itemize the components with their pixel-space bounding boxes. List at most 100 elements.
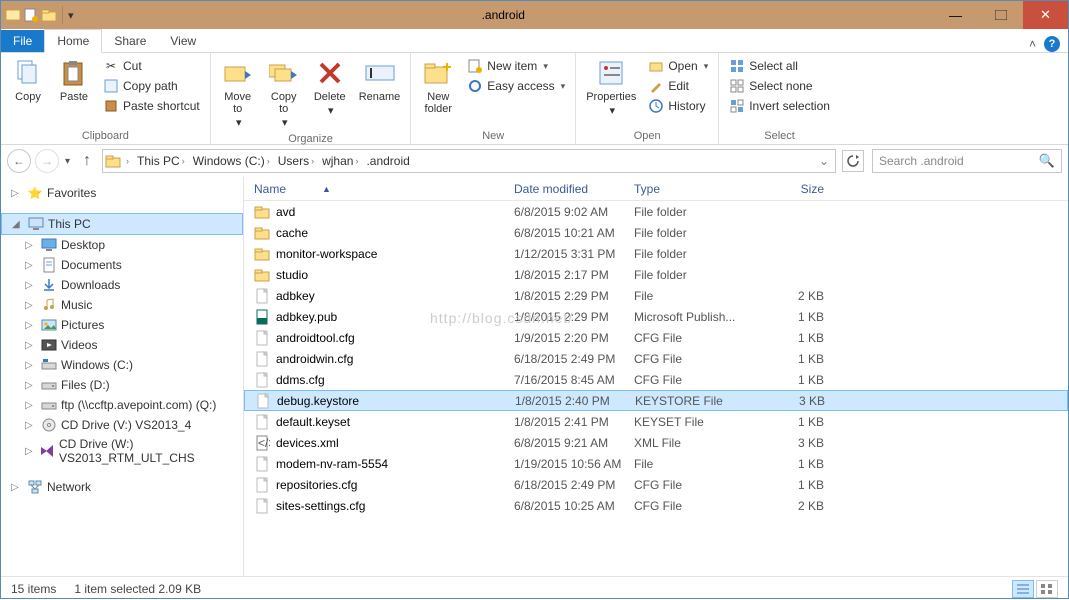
properties-button[interactable]: Properties▾ [582,55,640,119]
column-headers[interactable]: Name▲ Date modified Type Size [244,177,1068,201]
column-size[interactable]: Size [764,182,824,196]
file-row[interactable]: sites-settings.cfg6/8/2015 10:25 AMCFG F… [244,495,1068,516]
close-button[interactable]: ✕ [1023,1,1068,29]
minimize-button[interactable]: — [933,1,978,29]
nav-item[interactable]: ▷CD Drive (W:) VS2013_RTM_ULT_CHS [1,435,243,467]
paste-button[interactable]: Paste [53,55,95,105]
nav-item[interactable]: ▷Documents [1,255,243,275]
tab-view[interactable]: View [158,30,208,52]
file-row[interactable]: monitor-workspace1/12/2015 3:31 PMFile f… [244,243,1068,264]
file-row[interactable]: </>devices.xml6/8/2015 9:21 AMXML File3 … [244,432,1068,453]
history-button[interactable]: History [644,97,712,115]
nav-network[interactable]: ▷Network [1,477,243,497]
refresh-button[interactable] [842,150,864,172]
select-all-button[interactable]: Select all [725,57,834,75]
copy-path-button[interactable]: Copy path [99,77,204,95]
select-none-button[interactable]: Select none [725,77,834,95]
file-row[interactable]: avd6/8/2015 9:02 AMFile folder [244,201,1068,222]
edit-button[interactable]: Edit [644,77,712,95]
nav-item[interactable]: ▷Videos [1,335,243,355]
file-row[interactable]: debug.keystore1/8/2015 2:40 PMKEYSTORE F… [244,390,1068,411]
rename-icon [364,57,396,89]
ribbon-group-new: New folder New item▾ Easy access▾ New [411,53,576,144]
copy-button[interactable]: Copy [7,55,49,105]
address-bar[interactable]: › This PC› Windows (C:)› Users› wjhan› .… [102,149,836,173]
file-row[interactable]: adbkey.pub1/8/2015 2:29 PMMicrosoft Publ… [244,306,1068,327]
title-bar: ▾ .android — ✕ [1,1,1068,29]
ribbon-group-label: Organize [217,131,405,147]
paste-shortcut-button[interactable]: Paste shortcut [99,97,204,115]
file-row[interactable]: adbkey1/8/2015 2:29 PMFile2 KB [244,285,1068,306]
nav-item[interactable]: ▷Windows (C:) [1,355,243,375]
tab-file[interactable]: File [1,30,44,52]
file-row[interactable]: androidtool.cfg1/9/2015 2:20 PMCFG File1… [244,327,1068,348]
copy-to-button[interactable]: Copy to▾ [263,55,305,131]
nav-item[interactable]: ▷Music [1,295,243,315]
nav-item[interactable]: ▷Desktop [1,235,243,255]
move-to-button[interactable]: Move to▾ [217,55,259,131]
ribbon-group-clipboard: Copy Paste ✂Cut Copy path Paste shortcut… [1,53,211,144]
file-row[interactable]: default.keyset1/8/2015 2:41 PMKEYSET Fil… [244,411,1068,432]
open-button[interactable]: Open▾ [644,57,712,75]
nav-item[interactable]: ▷CD Drive (V:) VS2013_4 [1,415,243,435]
column-type[interactable]: Type [634,182,764,196]
network-icon [27,479,43,495]
file-row[interactable]: cache6/8/2015 10:21 AMFile folder [244,222,1068,243]
nav-item[interactable]: ▷Files (D:) [1,375,243,395]
breadcrumb[interactable]: Users› [275,154,317,168]
qat-new-icon[interactable] [23,7,39,23]
maximize-button[interactable] [978,1,1023,29]
tab-share[interactable]: Share [102,30,158,52]
up-button[interactable]: ↑ [76,150,98,172]
breadcrumb[interactable]: .android [363,154,412,168]
drive-icon [41,317,57,333]
file-row[interactable]: androidwin.cfg6/18/2015 2:49 PMCFG File1… [244,348,1068,369]
help-icon[interactable]: ? [1044,36,1060,52]
navigation-pane[interactable]: ▷⭐Favorites ◢This PC ▷Desktop▷Documents▷… [1,177,244,576]
window-title: .android [74,8,933,22]
new-item-icon [467,58,483,74]
history-dropdown[interactable]: ▾ [63,156,72,167]
file-icon [254,372,270,388]
qat-open-icon[interactable] [41,7,57,23]
breadcrumb[interactable]: wjhan› [319,154,361,168]
nav-item[interactable]: ▷Downloads [1,275,243,295]
file-row[interactable]: studio1/8/2015 2:17 PMFile folder [244,264,1068,285]
file-icon [254,351,270,367]
folder-icon [254,225,270,241]
search-input[interactable]: Search .android 🔍 [872,149,1062,173]
drive-icon [41,377,57,393]
new-folder-button[interactable]: New folder [417,55,459,117]
folder-icon [105,153,121,169]
tab-home[interactable]: Home [44,29,102,53]
ribbon-group-label: New [417,128,569,144]
details-view-button[interactable] [1012,580,1034,598]
cut-icon: ✂ [103,58,119,74]
forward-button[interactable]: → [35,149,59,173]
file-row[interactable]: repositories.cfg6/18/2015 2:49 PMCFG Fil… [244,474,1068,495]
nav-favorites[interactable]: ▷⭐Favorites [1,183,243,203]
cut-button[interactable]: ✂Cut [99,57,204,75]
drive-icon [41,397,57,413]
ribbon-group-label: Open [582,128,712,144]
rename-button[interactable]: Rename [355,55,405,105]
column-date[interactable]: Date modified [514,182,634,196]
new-item-button[interactable]: New item▾ [463,57,569,75]
address-dropdown-icon[interactable]: ⌄ [815,154,833,168]
back-button[interactable]: ← [7,149,31,173]
nav-this-pc[interactable]: ◢This PC [1,213,243,235]
icons-view-button[interactable] [1036,580,1058,598]
nav-item[interactable]: ▷Pictures [1,315,243,335]
file-list[interactable]: avd6/8/2015 9:02 AMFile foldercache6/8/2… [244,201,1068,576]
easy-access-button[interactable]: Easy access▾ [463,77,569,95]
breadcrumb[interactable]: Windows (C:)› [190,154,273,168]
nav-item[interactable]: ▷ftp (\\ccftp.avepoint.com) (Q:) [1,395,243,415]
invert-selection-button[interactable]: Invert selection [725,97,834,115]
file-row[interactable]: ddms.cfg7/16/2015 8:45 AMCFG File1 KB [244,369,1068,390]
column-name[interactable]: Name▲ [254,182,514,196]
open-icon [648,58,664,74]
file-row[interactable]: modem-nv-ram-55541/19/2015 10:56 AMFile1… [244,453,1068,474]
breadcrumb[interactable]: This PC› [134,154,188,168]
collapse-ribbon-icon[interactable]: ˄ [1029,37,1036,51]
delete-button[interactable]: Delete▾ [309,55,351,119]
